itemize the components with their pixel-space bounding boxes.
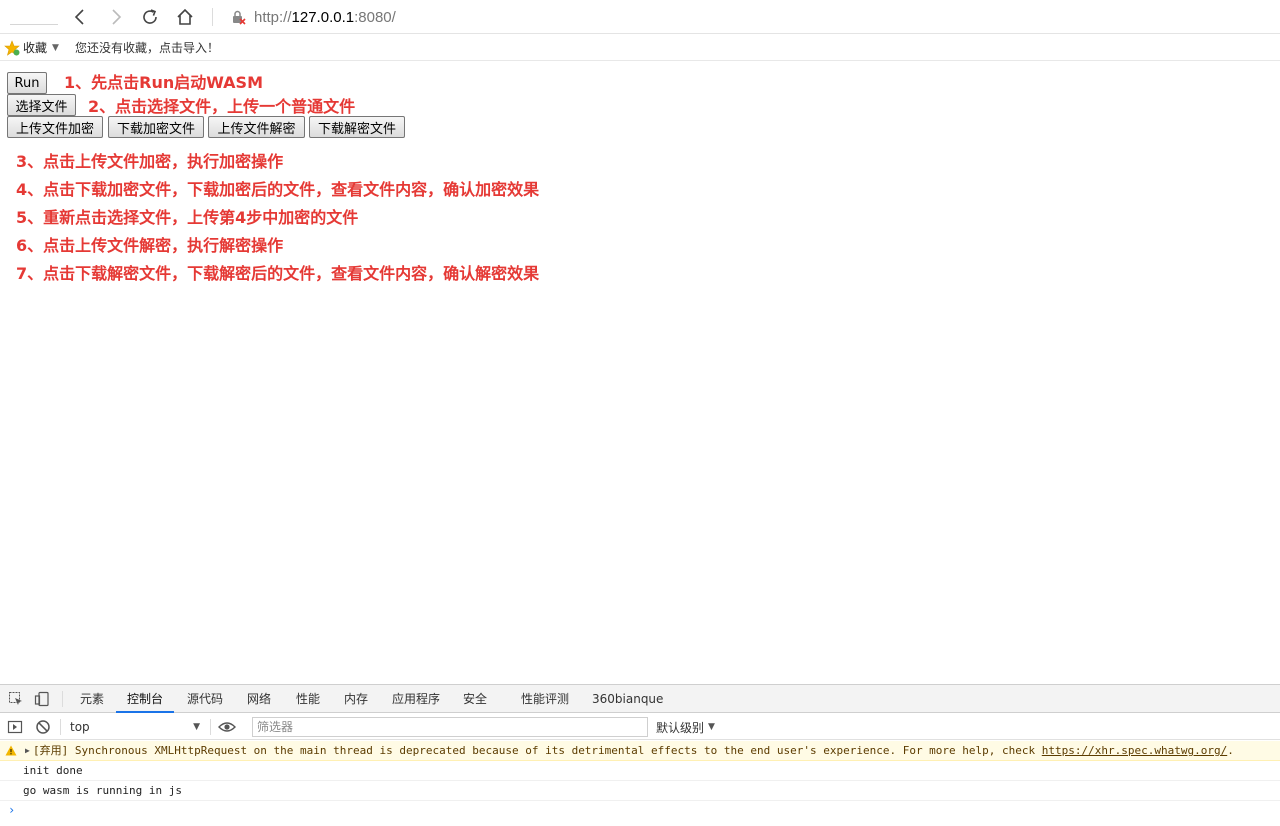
live-expression-button[interactable]	[218, 718, 236, 736]
tab-console[interactable]: 控制台	[116, 685, 175, 713]
tab-network[interactable]: 网络	[247, 685, 271, 713]
tab-security[interactable]: 安全	[463, 685, 487, 713]
devtools-separator	[62, 691, 63, 707]
url-path: :8080/	[354, 8, 396, 26]
address-bar[interactable]: http:// 127.0.0.1 :8080/	[230, 6, 396, 28]
reload-icon	[143, 9, 157, 24]
browser-toolbar: http:// 127.0.0.1 :8080/	[0, 0, 1280, 34]
console-filter-bar: top ▼ 默认级别 ▼	[0, 714, 1280, 740]
step-2: 2、点击选择文件，上传一个普通文件	[88, 97, 356, 116]
step-1: 1、先点击Run启动WASM	[64, 73, 263, 92]
console-filter-input[interactable]	[252, 717, 648, 737]
download-encrypt-button[interactable]: 下载加密文件	[108, 116, 204, 138]
bookmarks-bar: 收藏 ▼ 您还没有收藏，点击导入！	[0, 35, 1280, 61]
page-content: Run 1、先点击Run启动WASM 选择文件 2、点击选择文件，上传一个普通文…	[0, 62, 1280, 684]
chevron-down-icon: ▼	[193, 722, 200, 732]
console-warning-row: ▶ [弃用] Synchronous XMLHttpRequest on the…	[0, 741, 1280, 761]
chevron-right-icon	[112, 9, 122, 25]
reload-button[interactable]	[138, 5, 162, 29]
bookmarks-label: 收藏	[23, 41, 48, 55]
log-level-select[interactable]: 默认级别 ▼	[656, 717, 715, 737]
inspect-element-button[interactable]	[7, 690, 25, 708]
warning-tail: .	[1227, 744, 1234, 757]
filter-separator	[60, 719, 61, 735]
context-value: top	[70, 720, 90, 734]
bookmarks-menu[interactable]: 收藏 ▼	[4, 39, 59, 56]
warning-icon	[5, 745, 17, 756]
warning-link[interactable]: https://xhr.spec.whatwg.org/	[1042, 744, 1227, 757]
run-button[interactable]: Run	[7, 72, 47, 94]
back-button[interactable]	[68, 5, 92, 29]
step-3: 3、点击上传文件加密，执行加密操作	[16, 152, 284, 171]
chevron-left-icon	[74, 9, 84, 25]
tab-360bianque[interactable]: 360bianque	[592, 685, 663, 713]
url-host: 127.0.0.1	[291, 8, 355, 26]
home-button[interactable]	[173, 5, 197, 29]
choose-file-button[interactable]: 选择文件	[7, 94, 76, 116]
home-icon	[177, 8, 193, 25]
insecure-lock-icon	[233, 10, 246, 25]
tab-application[interactable]: 应用程序	[392, 685, 440, 713]
eye-icon	[218, 722, 236, 732]
forward-button[interactable]	[104, 5, 128, 29]
console-log-row: init done	[0, 761, 1280, 781]
log-level-value: 默认级别	[656, 720, 705, 735]
clear-console-button[interactable]	[34, 718, 52, 736]
device-toolbar-button[interactable]	[33, 690, 51, 708]
sidebar-toggle-icon	[7, 720, 23, 734]
warning-message: Synchronous XMLHttpRequest on the main t…	[74, 744, 1042, 757]
tab-lighthouse[interactable]: 性能评测	[521, 685, 569, 713]
tab-elements[interactable]: 元素	[80, 685, 104, 713]
step-4: 4、点击下载加密文件，下载加密后的文件，查看文件内容，确认加密效果	[16, 180, 540, 199]
tab-performance[interactable]: 性能	[296, 685, 320, 713]
warning-tag: [弃用]	[33, 744, 69, 757]
toolbar-separator	[212, 8, 213, 26]
show-sidebar-button[interactable]	[6, 718, 24, 736]
devtools-panel: 元素 控制台 源代码 网络 性能 内存 应用程序 安全 性能评测 360bian…	[0, 684, 1280, 826]
expand-triangle-icon[interactable]: ▶	[25, 741, 30, 760]
step-7: 7、点击下载解密文件，下载解密后的文件，查看文件内容，确认解密效果	[16, 264, 540, 283]
step-5: 5、重新点击选择文件，上传第4步中加密的文件	[16, 208, 359, 227]
context-select[interactable]: top ▼	[64, 717, 206, 737]
console-prompt[interactable]: ›	[8, 803, 15, 817]
filter-separator	[210, 719, 211, 735]
console-output: ▶ [弃用] Synchronous XMLHttpRequest on the…	[0, 741, 1280, 801]
devtools-tab-bar: 元素 控制台 源代码 网络 性能 内存 应用程序 安全 性能评测 360bian…	[0, 685, 1280, 713]
device-icon	[34, 691, 49, 707]
tab-strip-remnant	[10, 24, 58, 25]
chevron-down-icon: ▼	[708, 722, 715, 732]
url-scheme: http://	[254, 8, 292, 26]
upload-encrypt-button[interactable]: 上传文件加密	[7, 116, 103, 138]
tab-sources[interactable]: 源代码	[187, 685, 223, 713]
inspect-cursor-icon	[9, 692, 22, 705]
download-decrypt-button[interactable]: 下载解密文件	[309, 116, 405, 138]
upload-decrypt-button[interactable]: 上传文件解密	[208, 116, 305, 138]
chevron-down-icon: ▼	[52, 42, 59, 53]
star-icon	[4, 39, 20, 56]
tab-memory[interactable]: 内存	[344, 685, 368, 713]
block-icon	[36, 720, 50, 734]
console-log-row: go wasm is running in js	[0, 781, 1280, 801]
bookmarks-import-hint[interactable]: 您还没有收藏，点击导入！	[75, 39, 219, 56]
step-6: 6、点击上传文件解密，执行解密操作	[16, 236, 284, 255]
